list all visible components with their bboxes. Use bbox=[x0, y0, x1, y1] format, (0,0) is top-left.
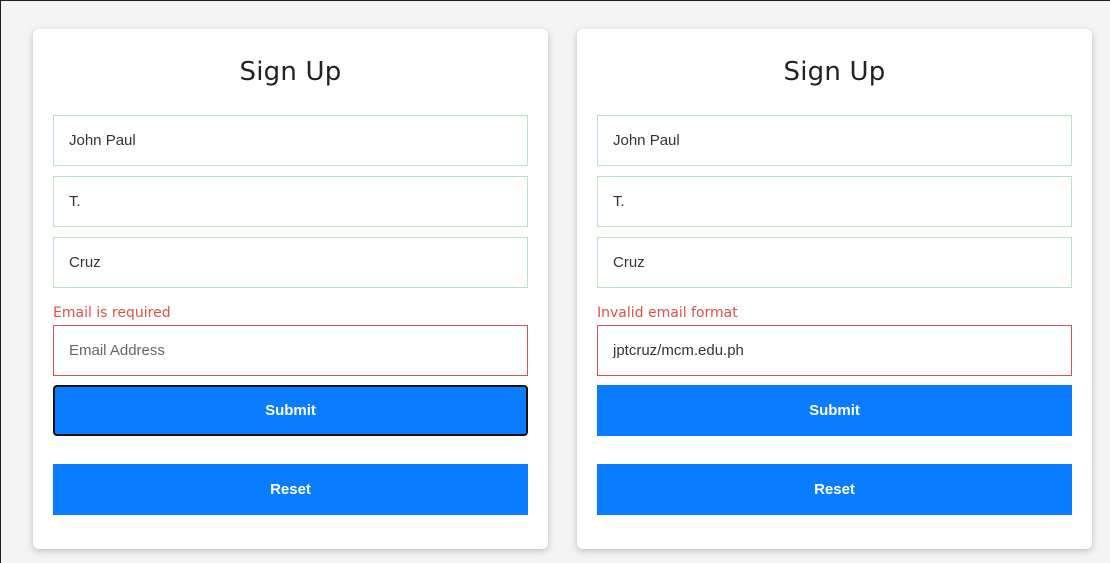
first-name-value: John Paul bbox=[69, 132, 136, 149]
reset-button[interactable]: Reset bbox=[597, 464, 1072, 515]
email-placeholder: Email Address bbox=[69, 342, 165, 359]
email-error-message: Email is required bbox=[53, 305, 171, 321]
middle-name-input[interactable]: T. bbox=[597, 176, 1072, 227]
middle-name-value: T. bbox=[69, 193, 81, 210]
middle-name-input[interactable]: T. bbox=[53, 176, 528, 227]
form-title: Sign Up bbox=[783, 57, 886, 87]
email-input[interactable]: Email Address bbox=[53, 325, 528, 376]
signup-card-empty-email: Sign Up John Paul T. Cruz Email is requi… bbox=[33, 29, 548, 549]
last-name-input[interactable]: Cruz bbox=[53, 237, 528, 288]
email-error-message: Invalid email format bbox=[597, 305, 738, 321]
reset-button[interactable]: Reset bbox=[53, 464, 528, 515]
first-name-input[interactable]: John Paul bbox=[53, 115, 528, 166]
first-name-value: John Paul bbox=[613, 132, 680, 149]
last-name-value: Cruz bbox=[613, 254, 645, 271]
submit-button[interactable]: Submit bbox=[53, 385, 528, 436]
middle-name-value: T. bbox=[613, 193, 625, 210]
first-name-input[interactable]: John Paul bbox=[597, 115, 1072, 166]
submit-button[interactable]: Submit bbox=[597, 385, 1072, 436]
last-name-value: Cruz bbox=[69, 254, 101, 271]
form-title: Sign Up bbox=[239, 57, 342, 87]
signup-card-invalid-email: Sign Up John Paul T. Cruz Invalid email … bbox=[577, 29, 1092, 549]
email-input[interactable]: jptcruz/mcm.edu.ph bbox=[597, 325, 1072, 376]
email-value: jptcruz/mcm.edu.ph bbox=[613, 342, 744, 359]
last-name-input[interactable]: Cruz bbox=[597, 237, 1072, 288]
